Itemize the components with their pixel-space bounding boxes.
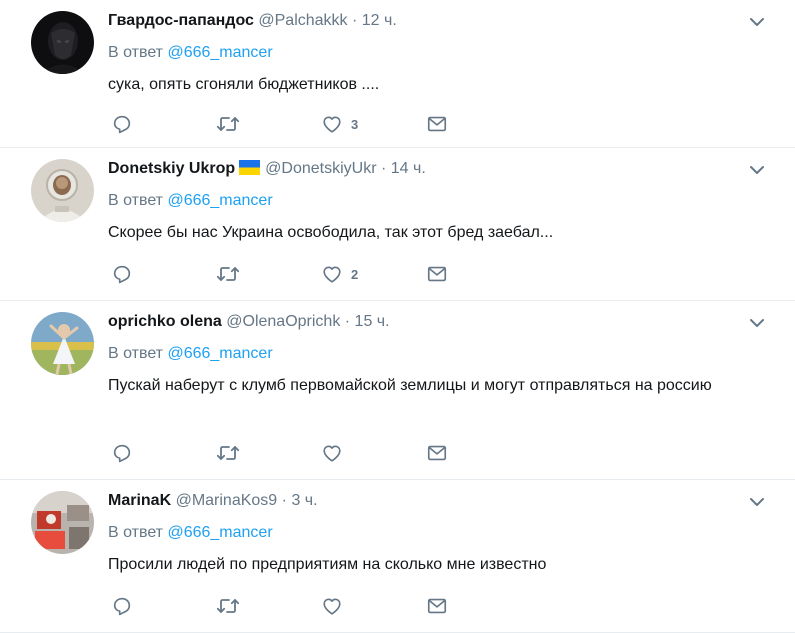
envelope-icon <box>427 598 447 614</box>
tweet[interactable]: Гвардос-папандос @Palchakkk · 12 ч. В от… <box>0 0 795 148</box>
envelope-icon <box>427 266 447 282</box>
ukraine-flag-icon <box>239 160 261 175</box>
reply-icon <box>113 444 131 463</box>
direct-message-button[interactable] <box>426 595 448 617</box>
tweet[interactable]: MarinaK @MarinaKos9 · 3 ч. В ответ @666_… <box>0 480 795 633</box>
display-name[interactable]: MarinaK <box>108 492 171 509</box>
direct-message-button[interactable] <box>426 113 448 135</box>
display-name[interactable]: Гвардос-папандос <box>108 12 254 29</box>
tweet-text: Скорее бы нас Украина освободила, так эт… <box>108 224 554 241</box>
user-handle[interactable]: @DonetskiyUkr <box>265 160 376 177</box>
tweet-feed: Гвардос-папандос @Palchakkk · 12 ч. В от… <box>0 0 795 633</box>
retweet-button[interactable] <box>216 113 240 135</box>
user-handle[interactable]: @Palchakkk <box>258 12 347 29</box>
chevron-down-icon[interactable] <box>749 16 765 28</box>
tweet-text: сука, опять сгоняли бюджетников .... <box>108 76 380 93</box>
like-button[interactable]: 2 <box>321 263 358 285</box>
like-count: 2 <box>351 266 359 282</box>
tweet-header: oprichko olena @OlenaOprichk · 15 ч. <box>108 311 390 333</box>
retweet-icon <box>216 446 240 460</box>
like-count: 3 <box>351 116 359 132</box>
retweet-icon <box>216 117 240 131</box>
avatar[interactable] <box>31 312 94 375</box>
retweet-icon <box>216 267 240 281</box>
tweet-actions: 2 <box>108 263 468 285</box>
reply-button[interactable] <box>111 113 133 135</box>
user-handle[interactable]: @MarinaKos9 <box>176 492 278 509</box>
mention-link[interactable]: @666_mancer <box>167 192 272 209</box>
retweet-icon <box>216 599 240 613</box>
reply-prefix: В ответ <box>108 44 164 61</box>
reply-context: В ответ @666_mancer <box>108 42 273 64</box>
reply-prefix: В ответ <box>108 345 164 362</box>
like-button[interactable]: 3 <box>321 113 358 135</box>
heart-icon <box>323 445 341 462</box>
timestamp[interactable]: 3 ч. <box>291 492 317 509</box>
reply-context: В ответ @666_mancer <box>108 522 273 544</box>
direct-message-button[interactable] <box>426 442 448 464</box>
heart-icon <box>323 116 341 133</box>
reply-prefix: В ответ <box>108 192 164 209</box>
separator-dot: · <box>380 160 387 177</box>
direct-message-button[interactable] <box>426 263 448 285</box>
retweet-button[interactable] <box>216 595 240 617</box>
chevron-down-icon[interactable] <box>749 317 765 329</box>
tweet-header: Donetskiy Ukrop @DonetskiyUkr · 14 ч. <box>108 158 426 180</box>
tweet-actions <box>108 442 468 464</box>
envelope-icon <box>427 116 447 132</box>
tweet-header: Гвардос-папандос @Palchakkk · 12 ч. <box>108 10 397 32</box>
retweet-button[interactable] <box>216 263 240 285</box>
timestamp[interactable]: 12 ч. <box>362 12 397 29</box>
envelope-icon <box>427 445 447 461</box>
tweet-actions: 3 <box>108 113 468 135</box>
user-handle[interactable]: @OlenaOprichk <box>226 313 340 330</box>
reply-prefix: В ответ <box>108 524 164 541</box>
separator-dot: · <box>344 313 351 330</box>
mention-link[interactable]: @666_mancer <box>167 524 272 541</box>
timestamp[interactable]: 15 ч. <box>355 313 390 330</box>
reply-context: В ответ @666_mancer <box>108 190 273 212</box>
display-name[interactable]: oprichko olena <box>108 313 222 330</box>
tweet-text: Просили людей по предприятиям на сколько… <box>108 556 547 573</box>
reply-icon <box>113 115 131 134</box>
like-button[interactable] <box>321 595 351 617</box>
avatar[interactable] <box>31 491 94 554</box>
tweet[interactable]: oprichko olena @OlenaOprichk · 15 ч. В о… <box>0 301 795 480</box>
reply-context: В ответ @666_mancer <box>108 343 273 365</box>
reply-button[interactable] <box>111 263 133 285</box>
separator-dot: · <box>352 12 358 29</box>
avatar[interactable] <box>31 11 94 74</box>
heart-icon <box>323 266 341 283</box>
mention-link[interactable]: @666_mancer <box>167 44 272 61</box>
tweet-header: MarinaK @MarinaKos9 · 3 ч. <box>108 490 318 512</box>
tweet[interactable]: Donetskiy Ukrop @DonetskiyUkr · 14 ч. В о… <box>0 148 795 301</box>
chevron-down-icon[interactable] <box>749 164 765 176</box>
reply-button[interactable] <box>111 442 133 464</box>
display-name[interactable]: Donetskiy Ukrop <box>108 160 235 177</box>
like-button[interactable] <box>321 442 351 464</box>
mention-link[interactable]: @666_mancer <box>167 345 272 362</box>
chevron-down-icon[interactable] <box>749 496 765 508</box>
separator-dot: · <box>281 492 287 509</box>
heart-icon <box>323 598 341 615</box>
reply-icon <box>113 265 131 284</box>
retweet-button[interactable] <box>216 442 240 464</box>
timestamp[interactable]: 14 ч. <box>391 160 426 177</box>
avatar[interactable] <box>31 159 94 222</box>
tweet-actions <box>108 595 468 617</box>
reply-icon <box>113 597 131 616</box>
tweet-text: Пускай наберут с клумб первомайской земл… <box>108 377 712 394</box>
reply-button[interactable] <box>111 595 133 617</box>
